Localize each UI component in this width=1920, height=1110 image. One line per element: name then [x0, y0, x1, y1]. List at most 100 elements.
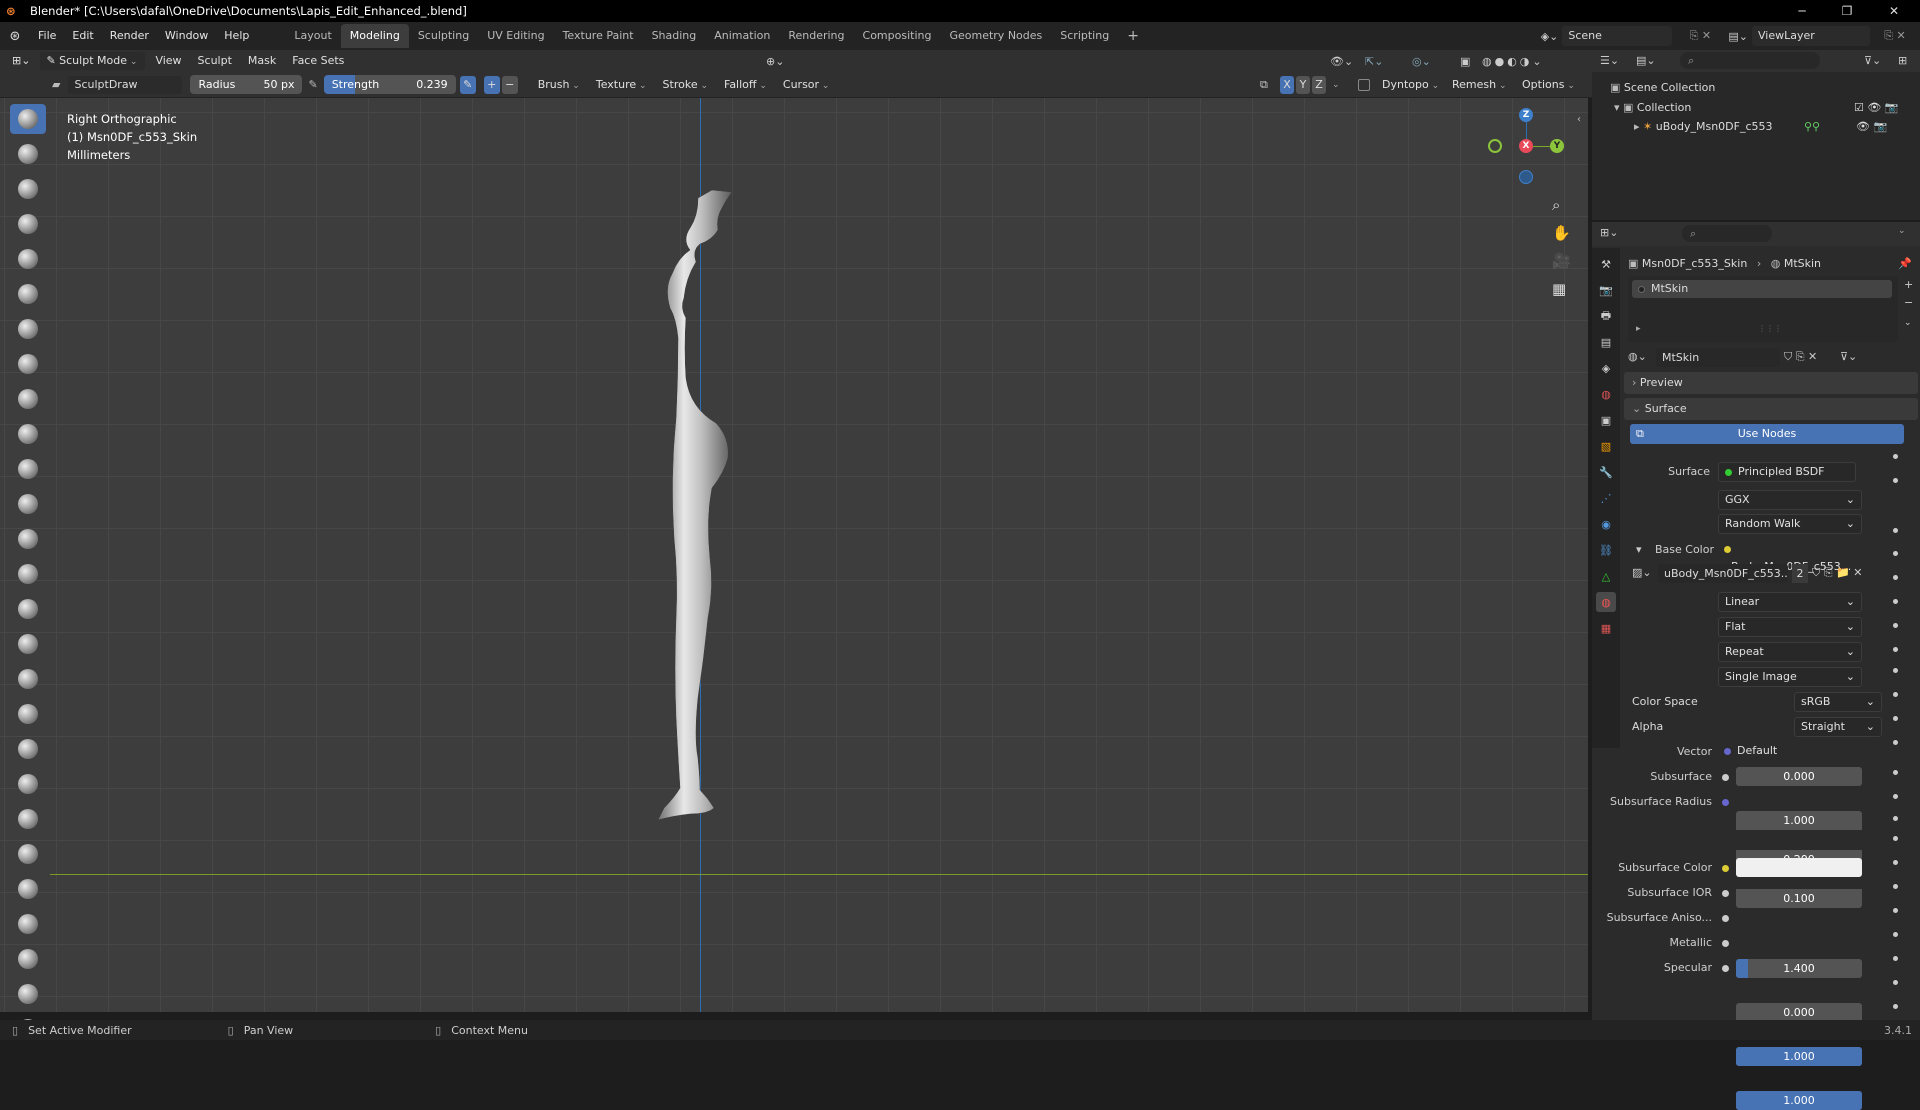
- collection-row[interactable]: ▾ ▣ Collection ☑ 👁 📷: [1614, 98, 1914, 118]
- slot-list-expand-icon[interactable]: ▸: [1636, 324, 1641, 334]
- rotate-tool[interactable]: [10, 839, 46, 869]
- keyframe-dot[interactable]: [1893, 770, 1898, 775]
- layer-tool[interactable]: [10, 279, 46, 309]
- slot-list-resize-icon[interactable]: ⋮⋮⋮: [1758, 324, 1782, 333]
- navigation-gizmo[interactable]: Z X Y: [1488, 108, 1570, 188]
- vector-link[interactable]: Default: [1718, 742, 1862, 762]
- object-expand-icon[interactable]: ▸: [1634, 120, 1643, 133]
- properties-search-input[interactable]: ⌕: [1682, 225, 1772, 242]
- base-color-expand-icon[interactable]: ▾: [1636, 540, 1642, 560]
- add-slot-button[interactable]: +: [1904, 278, 1913, 291]
- image-browse-icon[interactable]: ▨⌄: [1632, 566, 1652, 579]
- material-browse-icon[interactable]: ◍⌄: [1628, 350, 1647, 363]
- pin-icon[interactable]: 📌: [1898, 254, 1912, 274]
- image-actions-icon[interactable]: ⛉ ⎘ 📁 ✕: [1812, 566, 1862, 580]
- symmetry-icon[interactable]: ⧉: [1260, 78, 1268, 92]
- keyframe-dot[interactable]: [1893, 1004, 1898, 1009]
- draw-brush-tool[interactable]: [10, 104, 46, 134]
- texture-tab-icon[interactable]: ▦: [1596, 618, 1616, 638]
- direction-add-button[interactable]: +: [483, 75, 500, 94]
- render-tab-icon[interactable]: 📷: [1596, 280, 1616, 300]
- keyframe-dot[interactable]: [1893, 716, 1898, 721]
- new-collection-icon[interactable]: ⊞: [1898, 54, 1907, 67]
- mode-selector[interactable]: ✎ Sculpt Mode: [40, 52, 146, 70]
- minimize-button[interactable]: ─: [1780, 0, 1824, 22]
- menu-face-sets[interactable]: Face Sets: [286, 52, 350, 70]
- blender-menu-icon[interactable]: ⊛: [0, 29, 30, 44]
- menu-help[interactable]: Help: [216, 25, 257, 47]
- symmetry-z-toggle[interactable]: Z: [1312, 75, 1326, 94]
- menu-sculpt[interactable]: Sculpt: [192, 52, 238, 70]
- keyframe-dot[interactable]: [1893, 794, 1898, 799]
- keyframe-dot[interactable]: [1893, 884, 1898, 889]
- elastic-deform-tool[interactable]: [10, 664, 46, 694]
- scrape-tool[interactable]: [10, 524, 46, 554]
- smooth-tool[interactable]: [10, 419, 46, 449]
- overlay-gizmo-icon[interactable]: ⇱⌄: [1365, 55, 1383, 68]
- particles-tab-icon[interactable]: ⋰: [1596, 488, 1616, 508]
- thumb-tool[interactable]: [10, 734, 46, 764]
- sculpt-model[interactable]: [620, 158, 780, 878]
- draw-sharp-tool[interactable]: [10, 139, 46, 169]
- maximize-button[interactable]: ❐: [1825, 0, 1869, 22]
- image-name-field[interactable]: uBody_Msn0DF_c553...: [1658, 564, 1788, 583]
- symmetry-y-toggle[interactable]: Y: [1296, 75, 1310, 94]
- scene-collection-row[interactable]: ▣ Scene Collection: [1610, 78, 1715, 98]
- distribution-dropdown[interactable]: GGX ⌄: [1718, 490, 1862, 510]
- alpha-dropdown[interactable]: Straight ⌄: [1794, 717, 1882, 737]
- metallic-field[interactable]: 1.000: [1736, 1047, 1862, 1066]
- specular-field[interactable]: 1.000: [1736, 1091, 1862, 1110]
- tab-animation[interactable]: Animation: [705, 24, 779, 48]
- interpolation-dropdown[interactable]: Linear ⌄: [1718, 592, 1862, 612]
- keyframe-dot[interactable]: [1893, 836, 1898, 841]
- extension-dropdown[interactable]: Repeat ⌄: [1718, 642, 1862, 662]
- menu-mask[interactable]: Mask: [242, 52, 282, 70]
- tab-shading[interactable]: Shading: [643, 24, 706, 48]
- stroke-dropdown[interactable]: Stroke: [657, 76, 714, 94]
- object-visibility-icon[interactable]: 👁 📷: [1856, 117, 1887, 137]
- outliner-editor-icon[interactable]: ☰⌄: [1600, 54, 1619, 67]
- keyframe-dot[interactable]: [1893, 551, 1898, 556]
- add-workspace-button[interactable]: +: [1118, 24, 1148, 48]
- keyframe-dot[interactable]: [1893, 599, 1898, 604]
- remesh-dropdown[interactable]: Remesh: [1446, 76, 1513, 94]
- multiplane-scrape-tool[interactable]: [10, 559, 46, 589]
- menu-edit[interactable]: Edit: [64, 25, 101, 47]
- ortho-toggle-icon[interactable]: ▦: [1552, 280, 1566, 298]
- sidebar-toggle-icon[interactable]: ‹: [1577, 114, 1581, 125]
- keyframe-dot[interactable]: [1893, 692, 1898, 697]
- view-layer-selector[interactable]: ViewLayer: [1752, 26, 1870, 46]
- falloff-dropdown[interactable]: Falloff: [718, 76, 773, 94]
- scene-actions-icon[interactable]: ⎘ ✕: [1672, 29, 1728, 43]
- options-dropdown[interactable]: Options: [1516, 76, 1581, 94]
- xray-icon[interactable]: ▣: [1460, 55, 1470, 68]
- shading-modes-icon[interactable]: ◍●◐◑⌄: [1482, 55, 1545, 68]
- slot-specials-icon[interactable]: ⌄: [1904, 318, 1912, 328]
- base-color-link[interactable]: uBody_Msn0DF_c553...: [1718, 540, 1862, 573]
- properties-editor-icon[interactable]: ⊞⌄: [1600, 226, 1618, 239]
- dyntopo-checkbox[interactable]: [1358, 78, 1370, 91]
- tab-texture-paint[interactable]: Texture Paint: [554, 24, 643, 48]
- symmetry-options-icon[interactable]: ⌄: [1332, 80, 1340, 90]
- keyframe-dot[interactable]: [1893, 478, 1898, 483]
- modifier-tab-icon[interactable]: 🔧: [1596, 462, 1616, 482]
- tab-rendering[interactable]: Rendering: [779, 24, 853, 48]
- nudge-tool[interactable]: [10, 804, 46, 834]
- zoom-icon[interactable]: ⌕: [1552, 196, 1560, 214]
- tab-compositing[interactable]: Compositing: [854, 24, 941, 48]
- keyframe-dot[interactable]: [1893, 956, 1898, 961]
- keyframe-dot[interactable]: [1893, 860, 1898, 865]
- keyframe-dot[interactable]: [1893, 816, 1898, 821]
- keyframe-dot[interactable]: [1893, 980, 1898, 985]
- tool-tab-icon[interactable]: ⚒: [1596, 254, 1616, 274]
- preview-panel-header[interactable]: › Preview: [1624, 372, 1918, 394]
- collection-checkbox-icon[interactable]: ☑ 👁 📷: [1854, 98, 1899, 118]
- view-layer-actions-icon[interactable]: ⎘ ✕: [1870, 29, 1920, 43]
- pan-hand-icon[interactable]: ✋: [1552, 224, 1571, 242]
- snake-hook-tool[interactable]: [10, 699, 46, 729]
- keyframe-dot[interactable]: [1893, 932, 1898, 937]
- subsurface-radius-z-field[interactable]: 0.100: [1736, 889, 1862, 908]
- tab-uv-editing[interactable]: UV Editing: [478, 24, 553, 48]
- display-mode-icon[interactable]: ▤⌄: [1636, 54, 1656, 67]
- physics-tab-icon[interactable]: ◉: [1596, 514, 1616, 534]
